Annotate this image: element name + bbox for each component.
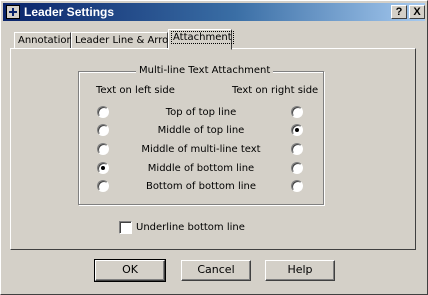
left-radio-top-of-top-line[interactable] (97, 106, 109, 118)
title-bar[interactable]: Leader Settings ? X (3, 3, 425, 21)
window-title: Leader Settings (24, 5, 115, 19)
left-radio-middle-of-top-line[interactable] (97, 124, 109, 136)
option-label-top-of-top-line: Top of top line (165, 107, 237, 118)
underline-bottom-line-checkbox[interactable] (119, 221, 132, 234)
right-radio-middle-of-top-line[interactable] (291, 124, 303, 136)
right-radio-middle-of-bottom-line[interactable] (291, 162, 303, 174)
option-label-middle-of-bottom-line: Middle of bottom line (147, 163, 255, 174)
option-label-bottom-of-bottom-line: Bottom of bottom line (145, 181, 257, 192)
tab-attachment[interactable]: Attachment (168, 29, 234, 50)
app-icon (6, 5, 20, 19)
close-button[interactable]: X (409, 5, 425, 19)
tab-leader-line-arrow[interactable]: Leader Line & Arrow (71, 32, 176, 49)
help-title-button[interactable]: ? (391, 5, 407, 19)
option-label-middle-of-top-line: Middle of top line (157, 125, 245, 136)
help-button[interactable]: Help (265, 260, 335, 281)
left-side-header: Text on left side (96, 85, 175, 96)
underline-bottom-line-label[interactable]: Underline bottom line (136, 222, 245, 234)
cancel-button[interactable]: Cancel (181, 260, 251, 281)
right-radio-middle-of-multiline-text[interactable] (291, 143, 303, 155)
right-radio-bottom-of-bottom-line[interactable] (291, 180, 303, 192)
left-radio-bottom-of-bottom-line[interactable] (97, 180, 109, 192)
left-radio-middle-of-multiline-text[interactable] (97, 143, 109, 155)
right-radio-top-of-top-line[interactable] (291, 106, 303, 118)
left-radio-middle-of-bottom-line[interactable] (97, 162, 109, 174)
tab-attachment-label: Attachment (171, 31, 234, 44)
ok-button[interactable]: OK (94, 259, 166, 282)
tab-annotation-label: Annotation (18, 35, 73, 46)
right-side-header: Text on right side (232, 85, 319, 96)
group-title: Multi-line Text Attachment (136, 65, 274, 77)
tab-annotation[interactable]: Annotation (14, 32, 73, 49)
option-label-middle-of-multiline-text: Middle of multi-line text (141, 144, 261, 155)
tab-leader-line-arrow-label: Leader Line & Arrow (75, 35, 177, 46)
